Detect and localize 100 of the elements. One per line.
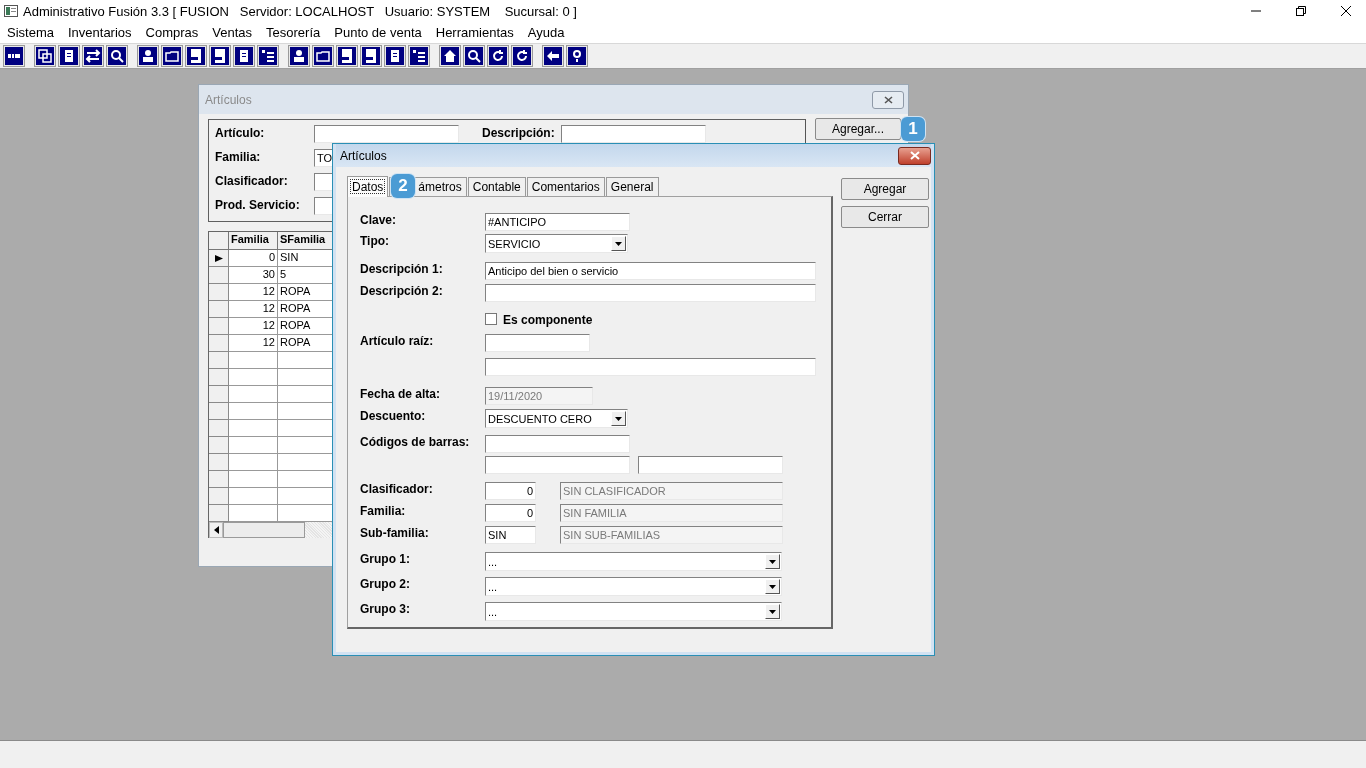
input-field[interactable] <box>485 334 590 352</box>
input-field[interactable]: 0 <box>485 504 536 522</box>
search-icon <box>108 47 126 65</box>
field-label: Fecha de alta: <box>360 387 442 401</box>
input-field[interactable]: 0 <box>485 482 536 500</box>
menu-item[interactable]: Punto de venta <box>327 25 429 40</box>
toolbar-button[interactable] <box>384 45 406 67</box>
tab[interactable]: General <box>605 177 659 196</box>
dropdown[interactable]: SERVICIO <box>485 234 628 253</box>
step-badge: 2 <box>391 174 415 198</box>
toolbar-button[interactable] <box>257 45 279 67</box>
menu-item[interactable]: Ventas <box>205 25 260 40</box>
toolbar-button[interactable] <box>542 45 564 67</box>
tab[interactable]: Comentarios <box>526 177 605 196</box>
menu-item[interactable]: Inventarios <box>60 25 139 40</box>
dropdown-arrow-icon <box>769 609 776 614</box>
close-icon <box>909 151 920 160</box>
field-label: Clasificador: <box>360 482 434 496</box>
field-label: Grupo 1: <box>360 552 411 566</box>
input-field[interactable]: SIN CLASIFICADOR <box>560 482 783 500</box>
folder-icon <box>163 47 181 65</box>
toolbar-button[interactable] <box>58 45 80 67</box>
tab[interactable]: Datos <box>347 176 389 197</box>
field-label: Prod. Servicio: <box>214 197 301 212</box>
list-icon <box>410 47 428 65</box>
dropdown-arrow-icon <box>615 241 622 246</box>
toolbar-button[interactable] <box>487 45 509 67</box>
toolbar-button[interactable] <box>161 45 183 67</box>
toolbar-button[interactable] <box>511 45 533 67</box>
toolbar-button[interactable] <box>209 45 231 67</box>
dialog-title: Artículos <box>340 148 387 163</box>
dropdown[interactable]: ... <box>485 552 782 571</box>
input-field[interactable] <box>485 456 630 474</box>
page-icon <box>386 47 404 65</box>
scroll-left-icon[interactable] <box>213 526 219 534</box>
menu-item[interactable]: Ayuda <box>520 25 572 40</box>
home-icon <box>441 47 459 65</box>
input-field[interactable]: SIN SUB-FAMILIAS <box>560 526 783 544</box>
restore-icon[interactable] <box>1295 5 1307 17</box>
scrollbar-thumb[interactable] <box>223 522 305 538</box>
input-field[interactable]: #ANTICIPO <box>485 213 630 231</box>
field-label: Descripción: <box>482 125 556 140</box>
dropdown-arrow-icon <box>769 559 776 564</box>
close-icon[interactable] <box>1340 5 1352 17</box>
input-field[interactable] <box>638 456 783 474</box>
field-label: Clave: <box>360 213 398 227</box>
person-icon <box>290 47 308 65</box>
list-icon <box>259 47 277 65</box>
folder-icon <box>314 47 332 65</box>
column-header: Familia <box>229 232 278 250</box>
toolbar-button[interactable] <box>3 45 25 67</box>
swap-icon <box>84 47 102 65</box>
close-button[interactable] <box>898 146 931 165</box>
menu-item[interactable]: Herramientas <box>428 25 521 40</box>
toolbar-button[interactable] <box>312 45 334 67</box>
page-icon <box>235 47 253 65</box>
menu-item[interactable]: Sistema <box>0 25 61 40</box>
person-icon <box>139 47 157 65</box>
input-field[interactable] <box>485 358 816 376</box>
toolbar-button[interactable] <box>360 45 382 67</box>
toolbar-button[interactable] <box>137 45 159 67</box>
close-icon <box>883 95 893 104</box>
toolbar-button[interactable] <box>185 45 207 67</box>
doc-icon <box>211 47 229 65</box>
toolbar-button[interactable] <box>106 45 128 67</box>
toolbar-button[interactable] <box>463 45 485 67</box>
field-label: Clasificador: <box>214 173 289 188</box>
table-cell: 12 <box>229 284 278 301</box>
input-field[interactable] <box>485 435 630 453</box>
menu-item[interactable]: Tesorería <box>259 25 328 40</box>
input-field[interactable]: SIN <box>485 526 536 544</box>
field-label: Artículo: <box>214 125 266 140</box>
toolbar-button[interactable] <box>233 45 255 67</box>
input-field[interactable] <box>485 284 816 302</box>
checkbox-label: Es componente <box>503 313 593 327</box>
toolbar-button[interactable] <box>439 45 461 67</box>
toolbar-button[interactable] <box>288 45 310 67</box>
tab[interactable]: Contable <box>467 177 526 196</box>
input-field[interactable]: SIN FAMILIA <box>560 504 783 522</box>
refresh-icon <box>489 47 507 65</box>
dialog-button[interactable]: Agregar <box>841 178 929 200</box>
field-label: Sub-familia: <box>360 526 430 540</box>
dropdown-arrow-icon <box>769 584 776 589</box>
field-label: Grupo 2: <box>360 577 411 591</box>
toolbar-button[interactable] <box>82 45 104 67</box>
field-label: Códigos de barras: <box>360 435 471 449</box>
checkbox[interactable] <box>485 313 497 325</box>
input-field[interactable]: Anticipo del bien o servicio <box>485 262 816 280</box>
toolbar-button[interactable] <box>408 45 430 67</box>
toolbar-button[interactable] <box>34 45 56 67</box>
dropdown[interactable]: ... <box>485 602 782 621</box>
doc-icon <box>187 47 205 65</box>
table-cell: 12 <box>229 301 278 318</box>
dialog-button[interactable]: Cerrar <box>841 206 929 228</box>
menu-item[interactable]: Compras <box>138 25 206 40</box>
dropdown[interactable]: ... <box>485 577 782 596</box>
dropdown[interactable]: DESCUENTO CERO <box>485 409 628 428</box>
toolbar-button[interactable] <box>336 45 358 67</box>
field-label: Familia: <box>214 149 262 164</box>
copy-icon <box>36 47 54 65</box>
